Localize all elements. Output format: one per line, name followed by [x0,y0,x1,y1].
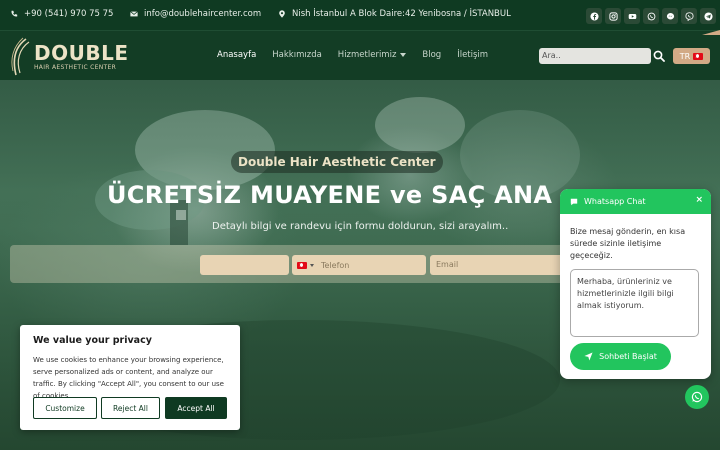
chevron-down-icon[interactable] [310,263,314,267]
nav-item-hizmetlerimiz-label: Hizmetlerimiz [337,50,397,60]
top-info-bar: +90 (541) 970 75 75 info@doublehaircente… [0,0,720,30]
whatsapp-icon[interactable] [643,8,659,24]
phone-icon [11,10,18,17]
nav-item-anasayfa[interactable]: Anasayfa [217,50,256,60]
email-info[interactable]: info@doublehaircenter.com [130,9,261,19]
customize-button[interactable]: Customize [33,397,97,419]
search-icon[interactable] [653,50,665,62]
email-placeholder: Email [436,260,459,269]
reject-all-button[interactable]: Reject All [101,397,160,419]
messenger-icon[interactable] [662,8,678,24]
cookie-title: We value your privacy [33,335,152,346]
main-menu: Anasayfa Hakkımızda Hizmetlerimiz Blog İ… [217,50,488,60]
nav-item-hizmetlerimiz[interactable]: Hizmetlerimiz [338,50,407,60]
map-pin-icon [279,10,285,18]
envelope-icon [130,11,138,17]
accept-all-button[interactable]: Accept All [165,397,227,419]
nav-item-iletisim[interactable]: İletişim [457,50,488,60]
youtube-icon[interactable] [624,8,640,24]
cookie-text: We use cookies to enhance your browsing … [33,356,224,400]
whatsapp-chat-title: Whatsapp Chat [584,197,646,206]
search-input[interactable]: Ara.. [539,48,651,64]
nav-item-blog[interactable]: Blog [422,50,441,60]
address-text: Nish İstanbul A Blok Daire:42 Yenibosna … [292,9,511,19]
phone-placeholder: Telefon [321,260,350,270]
viber-icon[interactable] [681,8,697,24]
cookie-consent-banner: We value your privacy We use cookies to … [20,325,240,430]
hero-badge: Double Hair Aesthetic Center [231,151,443,173]
send-icon [584,352,593,361]
whatsapp-float-button[interactable] [685,385,709,409]
email-address: info@doublehaircenter.com [144,9,262,19]
hero-subtitle: Detaylı bilgi ve randevu için formu dold… [212,221,509,232]
whatsapp-chat-header: Whatsapp Chat [560,189,711,214]
address-info[interactable]: Nish İstanbul A Blok Daire:42 Yenibosna … [278,9,511,19]
search-placeholder: Ara.. [542,51,561,60]
logo-tagline: HAIR AESTHETIC CENTER [34,64,117,71]
social-links [586,8,716,24]
decorative-corner [702,30,720,35]
chevron-down-icon [400,52,407,57]
hair-strand-icon [11,37,30,76]
language-selector[interactable]: TR [673,48,710,64]
email-field[interactable]: Email [430,255,570,275]
main-navbar: DOUBLE HAIR AESTHETIC CENTER Anasayfa Ha… [0,30,720,80]
close-icon[interactable]: × [695,195,703,205]
chat-bubble-icon [570,198,578,205]
whatsapp-message-input[interactable]: Merhaba, ürünleriniz ve hizmetlerinizle … [570,269,699,337]
turkey-flag-icon [693,52,704,60]
turkey-flag-icon [297,261,307,269]
instagram-icon[interactable] [605,8,621,24]
logo-wordmark: DOUBLE [34,41,129,65]
whatsapp-icon [691,391,703,403]
whatsapp-chat-widget: Whatsapp Chat × Bize mesaj gönderin, en … [560,189,711,379]
name-field[interactable] [200,255,289,275]
site-logo[interactable]: DOUBLE HAIR AESTHETIC CENTER [10,37,129,77]
telegram-icon[interactable] [700,8,716,24]
phone-number: +90 (541) 970 75 75 [24,9,114,19]
whatsapp-intro-text: Bize mesaj gönderin, en kısa sürede sizi… [570,227,686,260]
start-chat-label: Sohbeti Başlat [599,352,657,361]
nav-item-hakkimizda[interactable]: Hakkımızda [272,50,322,60]
start-chat-button[interactable]: Sohbeti Başlat [570,343,671,370]
language-code: TR [679,51,691,61]
facebook-icon[interactable] [586,8,602,24]
phone-field[interactable]: Telefon [292,255,426,275]
phone-info[interactable]: +90 (541) 970 75 75 [10,9,113,19]
hero-headline: ÜCRETSİZ MUAYENE ve SAÇ ANA [107,181,553,209]
